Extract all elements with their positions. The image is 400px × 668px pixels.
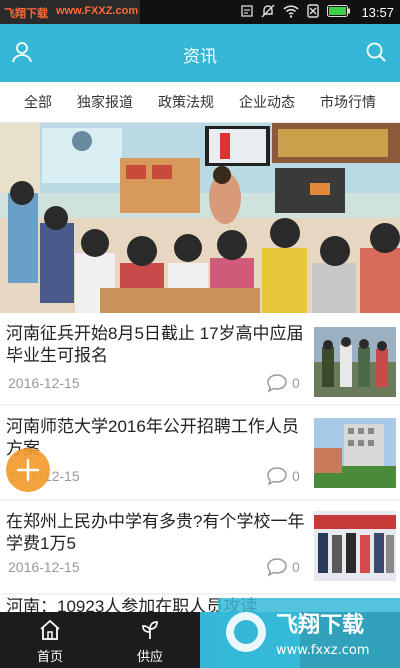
news-item[interactable]: 河南征兵开始8月5日截止 17岁高中应届毕业生可报名 2016-12-15 0 bbox=[0, 313, 400, 404]
comment-count: 0 bbox=[292, 468, 300, 484]
status-icons: 13:57 bbox=[241, 3, 394, 21]
page-title: 资讯 bbox=[183, 47, 217, 66]
tab-company[interactable]: 企业动态 bbox=[214, 82, 295, 122]
notification-icon bbox=[241, 4, 254, 20]
nav-home-label: 首页 bbox=[36, 649, 63, 664]
comment-icon bbox=[266, 466, 288, 486]
wifi-icon bbox=[283, 4, 300, 21]
tab-policy[interactable]: 政策法规 bbox=[133, 82, 214, 122]
battery-icon bbox=[327, 4, 351, 20]
nav-supply-label: 供应 bbox=[136, 649, 163, 664]
leaf-icon bbox=[142, 621, 158, 639]
status-time: 13:57 bbox=[361, 4, 394, 20]
nav-supply[interactable]: 供应 bbox=[100, 612, 200, 668]
news-thumbnail[interactable] bbox=[314, 511, 396, 581]
watermark-top: 飞翔下载 www.FXXZ.com bbox=[0, 0, 140, 24]
search-icon[interactable] bbox=[364, 40, 388, 64]
status-bar: 飞翔下载 www.FXXZ.com 13:57 bbox=[0, 0, 400, 24]
news-title[interactable]: 河南师范大学2016年公开招聘工作人员方案 bbox=[6, 416, 306, 460]
news-thumbnail[interactable] bbox=[314, 418, 396, 488]
news-item[interactable]: 在郑州上民办中学有多贵?有个学校一年学费1万5 2016-12-15 0 bbox=[0, 501, 400, 593]
news-date: 2016-12-15 bbox=[8, 375, 80, 391]
comment-count: 0 bbox=[292, 559, 300, 575]
nav-home[interactable]: 首页 bbox=[0, 612, 100, 668]
watermark-bottom: 飞翔下载 www.fxxz.com bbox=[218, 598, 400, 668]
news-item[interactable]: 河南师范大学2016年公开招聘工作人员方案 2016-12-15 0 bbox=[0, 406, 400, 499]
category-tabs: 全部 独家报道 政策法规 企业动态 市场行情 bbox=[0, 82, 400, 123]
no-sim-icon bbox=[307, 3, 320, 21]
news-thumbnail[interactable] bbox=[314, 327, 396, 397]
comment-icon bbox=[266, 373, 288, 393]
watermark-bottom-brand: 飞翔下载 bbox=[276, 612, 364, 638]
tab-exclusive[interactable]: 独家报道 bbox=[52, 82, 133, 122]
tab-all[interactable]: 全部 bbox=[0, 82, 52, 122]
watermark-url: www.FXXZ.com bbox=[56, 5, 139, 17]
comment-icon bbox=[266, 557, 288, 577]
news-title[interactable]: 河南征兵开始8月5日截止 17岁高中应届毕业生可报名 bbox=[6, 323, 306, 367]
comment-count: 0 bbox=[292, 375, 300, 391]
news-title[interactable]: 在郑州上民办中学有多贵?有个学校一年学费1万5 bbox=[6, 511, 306, 555]
hero-banner-image[interactable] bbox=[0, 123, 400, 313]
watermark-logo: 飞翔下载 bbox=[4, 8, 48, 20]
watermark-bottom-url: www.fxxz.com bbox=[276, 643, 370, 658]
app-header: 资讯 bbox=[0, 24, 400, 82]
home-icon bbox=[40, 619, 60, 640]
add-fab-button[interactable] bbox=[6, 448, 50, 492]
tab-market[interactable]: 市场行情 bbox=[295, 82, 376, 122]
news-date: 2016-12-15 bbox=[8, 559, 80, 575]
mute-icon bbox=[261, 4, 275, 21]
